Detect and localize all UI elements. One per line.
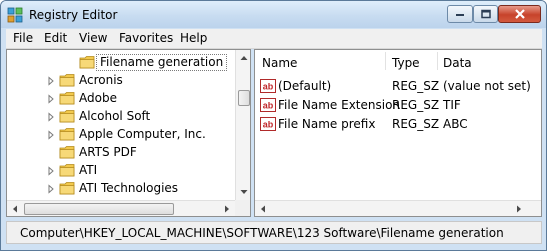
column-divider[interactable]	[437, 52, 438, 70]
reg-sz-icon: ab	[260, 98, 276, 112]
reg-sz-icon: ab	[260, 79, 276, 93]
scroll-thumb[interactable]	[24, 203, 174, 215]
tree-horizontal-scrollbar[interactable]	[7, 200, 235, 216]
value-name: File Name prefix	[278, 117, 376, 131]
column-header-data[interactable]: Data	[443, 56, 472, 70]
value-name: (Default)	[278, 79, 332, 93]
folder-icon	[59, 164, 75, 177]
table-row[interactable]: ab (Default) REG_SZ (value not set)	[259, 78, 541, 96]
column-divider[interactable]	[385, 52, 386, 70]
svg-text:ab: ab	[263, 82, 274, 92]
reg-sz-icon: ab	[260, 117, 276, 131]
maximize-button[interactable]	[473, 5, 498, 23]
table-row[interactable]: ab File Name Extension REG_SZ TIF	[259, 97, 541, 115]
values-pane[interactable]: Name Type Data ab (Default) REG_SZ (valu…	[254, 49, 542, 217]
maximize-icon	[480, 9, 491, 19]
tree-item-label: Alcohol Soft	[79, 109, 151, 123]
expand-arrow-icon[interactable]	[47, 76, 55, 86]
folder-icon	[79, 56, 95, 69]
menu-view[interactable]: View	[79, 31, 107, 45]
folder-icon	[59, 110, 75, 123]
folder-icon	[59, 128, 75, 141]
folder-icon	[59, 146, 75, 159]
minimize-button[interactable]	[447, 5, 473, 23]
value-data: TIF	[443, 98, 461, 112]
svg-text:ab: ab	[263, 101, 274, 111]
tree-vertical-scrollbar[interactable]	[235, 50, 251, 200]
menu-bar: File Edit View Favorites Help	[6, 29, 542, 49]
registry-path: Computer\HKEY_LOCAL_MACHINE\SOFTWARE\123…	[20, 226, 504, 240]
window-title: Registry Editor	[29, 8, 118, 22]
scroll-down-icon[interactable]	[236, 184, 251, 200]
registry-editor-icon	[7, 7, 23, 23]
tree-item-label: ARTS PDF	[79, 145, 137, 159]
folder-icon	[59, 182, 75, 195]
close-button[interactable]	[498, 5, 541, 23]
column-header-type[interactable]: Type	[392, 56, 420, 70]
value-data: (value not set)	[443, 79, 531, 93]
value-name: File Name Extension	[278, 98, 401, 112]
menu-help[interactable]: Help	[180, 31, 207, 45]
scroll-up-icon[interactable]	[236, 50, 251, 66]
svg-text:ab: ab	[263, 120, 274, 130]
tree-item-label: Acronis	[79, 73, 123, 87]
title-bar[interactable]: Registry Editor	[1, 1, 546, 28]
minimize-icon	[456, 14, 464, 16]
tree-item-label: ATI Technologies	[79, 181, 179, 195]
value-type: REG_SZ	[392, 117, 440, 131]
scroll-right-icon[interactable]	[219, 201, 235, 217]
values-horizontal-scrollbar[interactable]	[255, 200, 541, 216]
expand-arrow-icon[interactable]	[47, 184, 55, 194]
close-icon	[514, 9, 525, 19]
expand-arrow-icon[interactable]	[47, 166, 55, 176]
scroll-thumb[interactable]	[238, 90, 250, 106]
scroll-left-icon[interactable]	[255, 201, 271, 217]
value-type: REG_SZ	[392, 79, 440, 93]
menu-edit[interactable]: Edit	[44, 31, 67, 45]
menu-file[interactable]: File	[13, 31, 33, 45]
table-row[interactable]: ab File Name prefix REG_SZ ABC	[259, 116, 541, 134]
column-header-name[interactable]: Name	[262, 56, 297, 70]
status-bar: Computer\HKEY_LOCAL_MACHINE\SOFTWARE\123…	[6, 221, 542, 244]
scroll-right-icon[interactable]	[511, 201, 527, 217]
expand-arrow-icon[interactable]	[47, 130, 55, 140]
expand-arrow-icon[interactable]	[47, 94, 55, 104]
tree-item-label: Apple Computer, Inc.	[79, 127, 206, 141]
scroll-left-icon[interactable]	[7, 201, 23, 217]
expand-arrow-icon[interactable]	[47, 112, 55, 122]
tree-item-label: Adobe	[79, 91, 117, 105]
folder-icon	[59, 92, 75, 105]
scrollbar-corner	[235, 200, 250, 216]
value-type: REG_SZ	[392, 98, 440, 112]
tree-item-label: ATI	[79, 163, 98, 177]
folder-icon	[59, 74, 75, 87]
menu-favorites[interactable]: Favorites	[119, 31, 173, 45]
key-tree-pane[interactable]: Filename generation Acronis Adobe Alcoho…	[6, 49, 251, 217]
registry-editor-window: Registry Editor File Edit View Favorites…	[0, 0, 547, 251]
value-data: ABC	[443, 117, 468, 131]
tree-item-label: Filename generation	[96, 54, 228, 71]
